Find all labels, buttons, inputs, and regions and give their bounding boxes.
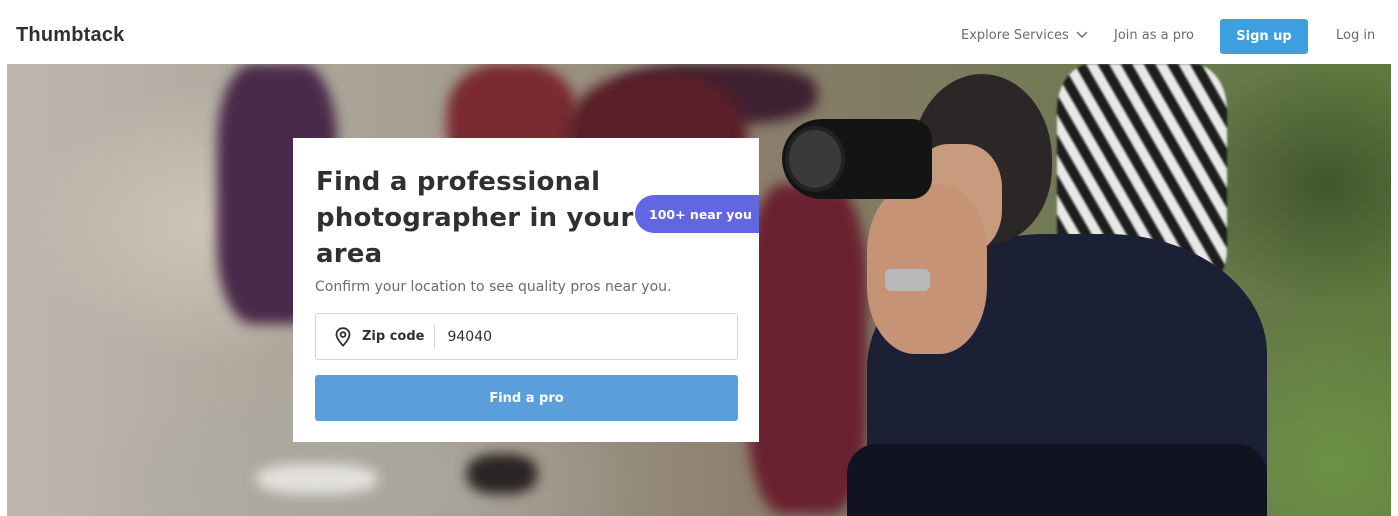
thumbtack-logo[interactable]: Thumbtack: [16, 24, 124, 47]
search-card: Find a professional photographer in your…: [293, 138, 759, 442]
sign-up-button[interactable]: Sign up: [1220, 19, 1308, 54]
join-as-pro-link[interactable]: Join as a pro: [1114, 28, 1194, 43]
hero-title: Find a professional photographer in your…: [316, 167, 634, 269]
zip-code-label: Zip code: [362, 329, 425, 344]
chevron-down-icon: [1076, 28, 1088, 43]
background-shoes: [257, 464, 377, 494]
camera-lens: [785, 126, 845, 192]
location-pin-icon: [334, 326, 352, 348]
find-a-pro-button[interactable]: Find a pro: [315, 375, 738, 421]
explore-services-label: Explore Services: [961, 28, 1069, 43]
log-in-link[interactable]: Log in: [1336, 28, 1375, 43]
wristwatch: [885, 269, 930, 291]
explore-services-dropdown[interactable]: Explore Services: [961, 28, 1088, 43]
zip-code-input[interactable]: [447, 328, 698, 345]
hero-subtitle: Confirm your location to see quality pro…: [315, 279, 672, 295]
zip-code-field[interactable]: Zip code: [315, 313, 738, 360]
field-divider: [434, 324, 436, 349]
top-nav: Thumbtack Explore Services Join as a pro…: [0, 0, 1398, 64]
background-shoes: [467, 454, 537, 494]
pros-near-you-badge: 100+ near you: [635, 195, 759, 233]
photographer-legs: [847, 444, 1267, 516]
